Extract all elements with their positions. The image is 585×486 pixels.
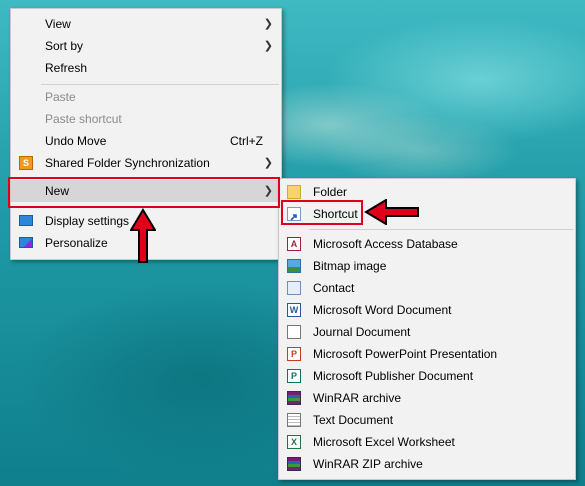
submenu-item-label: WinRAR archive — [313, 391, 402, 405]
display-settings-icon — [19, 215, 33, 226]
personalize-icon — [19, 237, 33, 248]
chevron-right-icon: ❯ — [263, 40, 273, 52]
keyboard-shortcut: Ctrl+Z — [230, 134, 263, 148]
submenu-item-label: Journal Document — [313, 325, 411, 339]
menu-item-paste: Paste — [11, 86, 281, 108]
chevron-right-icon: ❯ — [263, 185, 273, 197]
menu-item-view[interactable]: View ❯ — [11, 13, 281, 35]
shortcut-icon — [287, 207, 301, 221]
menu-item-new[interactable]: New ❯ — [11, 180, 281, 202]
menu-item-label: Shared Folder Synchronization — [45, 156, 210, 170]
chevron-right-icon: ❯ — [263, 157, 273, 169]
submenu-item-label: Bitmap image — [313, 259, 387, 273]
menu-item-label: Paste shortcut — [45, 112, 122, 126]
submenu-item-label: Microsoft Publisher Document — [313, 369, 474, 383]
submenu-item-winrar-zip[interactable]: WinRAR ZIP archive — [279, 453, 575, 475]
menu-item-undo-move[interactable]: Undo Move Ctrl+Z — [11, 130, 281, 152]
menu-item-label: Sort by — [45, 39, 84, 53]
contact-icon — [287, 281, 301, 295]
annotation-arrow-left — [364, 199, 419, 225]
menu-item-label: Undo Move — [45, 134, 107, 148]
bitmap-icon — [287, 259, 301, 273]
access-icon: A — [287, 237, 301, 251]
chevron-right-icon: ❯ — [263, 18, 273, 30]
menu-item-label: Display settings — [45, 214, 130, 228]
folder-icon — [287, 185, 301, 199]
menu-separator — [309, 229, 573, 230]
menu-separator — [41, 84, 279, 85]
powerpoint-icon: P — [287, 347, 301, 361]
submenu-item-label: WinRAR ZIP archive — [313, 457, 423, 471]
menu-item-paste-shortcut: Paste shortcut — [11, 108, 281, 130]
submenu-item-contact[interactable]: Contact — [279, 277, 575, 299]
menu-item-shared-folder-sync[interactable]: S Shared Folder Synchronization ❯ — [11, 152, 281, 174]
winrar-zip-icon — [287, 457, 301, 471]
submenu-item-publisher[interactable]: P Microsoft Publisher Document — [279, 365, 575, 387]
menu-item-refresh[interactable]: Refresh — [11, 57, 281, 79]
submenu-item-excel[interactable]: X Microsoft Excel Worksheet — [279, 431, 575, 453]
menu-item-label: View — [45, 17, 71, 31]
submenu-item-journal[interactable]: Journal Document — [279, 321, 575, 343]
submenu-item-label: Shortcut — [313, 207, 358, 221]
menu-item-label: Personalize — [45, 236, 108, 250]
submenu-item-powerpoint[interactable]: P Microsoft PowerPoint Presentation — [279, 343, 575, 365]
submenu-item-label: Microsoft Access Database — [313, 237, 458, 251]
menu-item-label: Paste — [45, 90, 76, 104]
submenu-item-shortcut[interactable]: Shortcut — [279, 203, 575, 225]
menu-item-label: Refresh — [45, 61, 88, 75]
excel-icon: X — [287, 435, 301, 449]
submenu-item-label: Microsoft PowerPoint Presentation — [313, 347, 498, 361]
submenu-item-label: Text Document — [313, 413, 394, 427]
menu-separator — [41, 206, 279, 207]
submenu-item-access[interactable]: A Microsoft Access Database — [279, 233, 575, 255]
submenu-item-label: Microsoft Excel Worksheet — [313, 435, 455, 449]
submenu-item-bitmap[interactable]: Bitmap image — [279, 255, 575, 277]
submenu-item-label: Contact — [313, 281, 355, 295]
submenu-item-text-document[interactable]: Text Document — [279, 409, 575, 431]
submenu-item-folder[interactable]: Folder — [279, 181, 575, 203]
word-icon: W — [287, 303, 301, 317]
new-submenu: Folder Shortcut A Microsoft Access Datab… — [278, 178, 576, 480]
submenu-item-label: Folder — [313, 185, 348, 199]
submenu-item-winrar[interactable]: WinRAR archive — [279, 387, 575, 409]
menu-separator — [41, 177, 279, 178]
shared-folder-sync-icon: S — [19, 156, 33, 170]
publisher-icon: P — [287, 369, 301, 383]
journal-icon — [287, 325, 301, 339]
winrar-icon — [287, 391, 301, 405]
submenu-item-label: Microsoft Word Document — [313, 303, 452, 317]
menu-item-sort-by[interactable]: Sort by ❯ — [11, 35, 281, 57]
submenu-item-word[interactable]: W Microsoft Word Document — [279, 299, 575, 321]
menu-item-label: New — [45, 184, 70, 198]
text-document-icon — [287, 413, 301, 427]
annotation-arrow-up — [130, 208, 156, 263]
